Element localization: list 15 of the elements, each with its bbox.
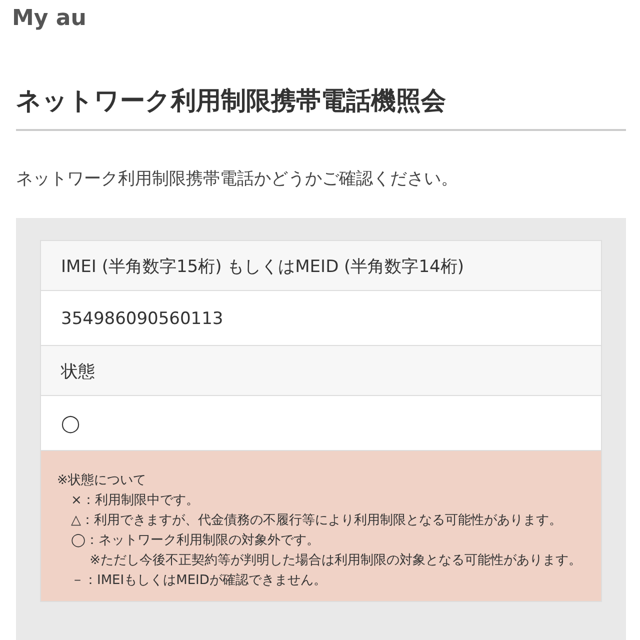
status-mark: ◯ bbox=[71, 532, 86, 550]
notes-heading: ※状態について bbox=[57, 472, 147, 490]
note-text: ：ネットワーク利用制限の対象外です。 bbox=[86, 532, 321, 550]
field-label: 状態 bbox=[41, 346, 601, 396]
logo: My au bbox=[11, 5, 88, 33]
note-text: ：IMEIもしくはMEIDが確認できません。 bbox=[84, 572, 326, 590]
field-label: IMEI (半角数字15桁) もしくはMEID (半角数字14桁) bbox=[41, 241, 601, 291]
note-text: ：利用制限中です。 bbox=[82, 492, 199, 510]
note-text: ：利用できますが、代金債務の不履行等により利用制限となる可能性があります。 bbox=[81, 512, 562, 530]
status-mark: － bbox=[71, 572, 84, 590]
page-title: ネットワーク利用制限携帯電話機照会 bbox=[16, 84, 626, 131]
description: ネットワーク利用制限携帯電話かどうかご確認ください。 bbox=[16, 168, 459, 190]
status-mark: △ bbox=[71, 512, 81, 530]
status-mark: × bbox=[71, 492, 82, 510]
note-subtext: ※ただし今後不正契約等が判明した場合は利用制限の対象となる可能性があります。 bbox=[88, 552, 582, 570]
